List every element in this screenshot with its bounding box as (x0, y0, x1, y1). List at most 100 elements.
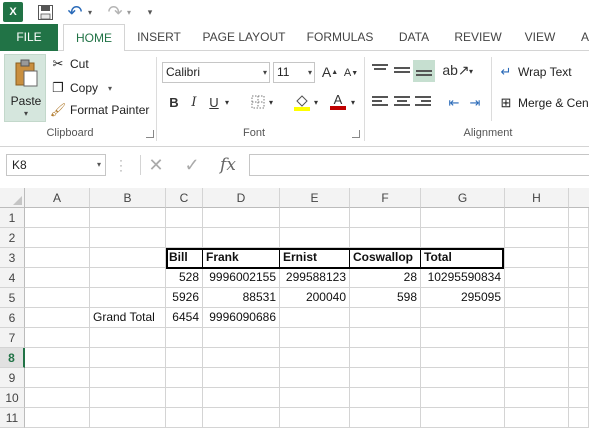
paste-button[interactable]: Paste ▾ (4, 54, 46, 122)
grid-cell-h5[interactable] (505, 288, 569, 308)
tab-formulas[interactable]: FORMULAS (303, 24, 377, 51)
grid-cell-a9[interactable] (25, 368, 90, 388)
row-header-4[interactable]: 4 (0, 268, 25, 288)
grid-cell-b11[interactable] (90, 408, 166, 428)
row-header-8[interactable]: 8 (0, 348, 25, 368)
tab-view[interactable]: VIEW (520, 24, 560, 51)
grid-cell-i7[interactable] (569, 328, 589, 348)
middle-align-button[interactable] (392, 61, 412, 81)
redo-dropdown-icon[interactable]: ▾ (124, 2, 134, 22)
formula-input[interactable] (249, 154, 589, 176)
grid-cell-d7[interactable] (203, 328, 280, 348)
row-header-7[interactable]: 7 (0, 328, 25, 348)
column-header-f[interactable]: F (350, 188, 421, 208)
grid-cell-c11[interactable] (166, 408, 203, 428)
grid-cell-f10[interactable] (350, 388, 421, 408)
font-color-button[interactable]: A (328, 91, 348, 111)
cell-d4[interactable]: 9996002155 (203, 268, 280, 288)
grid-cell-f7[interactable] (350, 328, 421, 348)
grid-cell-h4[interactable] (505, 268, 569, 288)
row-header-2[interactable]: 2 (0, 228, 25, 248)
cell-f3[interactable]: Coswallop (350, 248, 421, 268)
grid-cell-c10[interactable] (166, 388, 203, 408)
grid-cell-a4[interactable] (25, 268, 90, 288)
grid-cell-h3[interactable] (505, 248, 569, 268)
underline-button[interactable]: U (204, 92, 224, 112)
tab-review[interactable]: REVIEW (450, 24, 506, 51)
cell-d3[interactable]: Frank (203, 248, 280, 268)
grid-cell-b1[interactable] (90, 208, 166, 228)
orientation-button[interactable]: ab↗ (442, 60, 469, 80)
cell-d5[interactable]: 88531 (203, 288, 280, 308)
italic-button[interactable]: I (184, 92, 204, 112)
grid-cell-h7[interactable] (505, 328, 569, 348)
grid-cell-c1[interactable] (166, 208, 203, 228)
grid-cell-h9[interactable] (505, 368, 569, 388)
grid-cell-i8[interactable] (569, 348, 589, 368)
grid-cell-i11[interactable] (569, 408, 589, 428)
grid-cell-g2[interactable] (421, 228, 505, 248)
fill-color-button[interactable] (292, 92, 312, 112)
column-header-h[interactable]: H (505, 188, 569, 208)
align-left-button[interactable] (370, 93, 390, 113)
grid-cell-a2[interactable] (25, 228, 90, 248)
grid-cell-e1[interactable] (280, 208, 350, 228)
cell-f5[interactable]: 598 (350, 288, 421, 308)
top-align-button[interactable] (370, 61, 390, 81)
cell-g5[interactable]: 295095 (421, 288, 505, 308)
grid-cell-d10[interactable] (203, 388, 280, 408)
grid-cell-e7[interactable] (280, 328, 350, 348)
font-color-dropdown-icon[interactable]: ▾ (348, 92, 358, 112)
grow-font-button[interactable]: A ▲ (320, 62, 340, 82)
align-right-button[interactable] (413, 93, 433, 113)
grid-cell-c8[interactable] (166, 348, 203, 368)
grid-cell-i4[interactable] (569, 268, 589, 288)
undo-dropdown-icon[interactable]: ▾ (85, 2, 95, 22)
name-box[interactable]: K8 ▾ (6, 154, 106, 176)
grid-cell-f1[interactable] (350, 208, 421, 228)
grid-cell-e10[interactable] (280, 388, 350, 408)
grid-cell-a6[interactable] (25, 308, 90, 328)
column-header-c[interactable]: C (166, 188, 203, 208)
grid-cell-g1[interactable] (421, 208, 505, 228)
grid-cell-e11[interactable] (280, 408, 350, 428)
fill-color-dropdown-icon[interactable]: ▾ (311, 92, 321, 112)
cancel-icon[interactable]: ✕ (144, 155, 168, 175)
font-name-select[interactable]: Calibri ▾ (162, 62, 270, 83)
grid-cell-b9[interactable] (90, 368, 166, 388)
grid-cell-i5[interactable] (569, 288, 589, 308)
cell-c3[interactable]: Bill (166, 248, 203, 268)
wrap-text-button[interactable]: ↵ Wrap Text (498, 62, 572, 82)
column-header-b[interactable]: B (90, 188, 166, 208)
grid-cell-i3[interactable] (569, 248, 589, 268)
grid-cell-e6[interactable] (280, 308, 350, 328)
cell-g3[interactable]: Total (421, 248, 505, 268)
grid-cell-c2[interactable] (166, 228, 203, 248)
cell-g4[interactable]: 10295590834 (421, 268, 505, 288)
grid-cell-g8[interactable] (421, 348, 505, 368)
cell-d6[interactable]: 9996090686 (203, 308, 280, 328)
borders-button[interactable] (248, 92, 268, 112)
decrease-indent-button[interactable]: ⇤ (444, 93, 464, 113)
grid-cell-d11[interactable] (203, 408, 280, 428)
cell-c4[interactable]: 528 (166, 268, 203, 288)
column-header-a[interactable]: A (25, 188, 90, 208)
customize-toolbar-icon[interactable]: ▾ (144, 2, 156, 22)
grid-cell-e2[interactable] (280, 228, 350, 248)
grid-cell-c9[interactable] (166, 368, 203, 388)
grid-cell-i10[interactable] (569, 388, 589, 408)
cell-c5[interactable]: 5926 (166, 288, 203, 308)
grid-cell-b8[interactable] (90, 348, 166, 368)
row-header-10[interactable]: 10 (0, 388, 25, 408)
row-header-3[interactable]: 3 (0, 248, 25, 268)
row-header-1[interactable]: 1 (0, 208, 25, 228)
grid-cell-h10[interactable] (505, 388, 569, 408)
enter-icon[interactable]: ✓ (180, 155, 204, 175)
increase-indent-button[interactable]: ⇥ (465, 93, 485, 113)
grid-cell-h6[interactable] (505, 308, 569, 328)
grid-cell-h2[interactable] (505, 228, 569, 248)
merge-center-button[interactable]: ⊞ Merge & Cen (498, 93, 589, 113)
grid-cell-i6[interactable] (569, 308, 589, 328)
grid-cell-a10[interactable] (25, 388, 90, 408)
grid-cell-b3[interactable] (90, 248, 166, 268)
